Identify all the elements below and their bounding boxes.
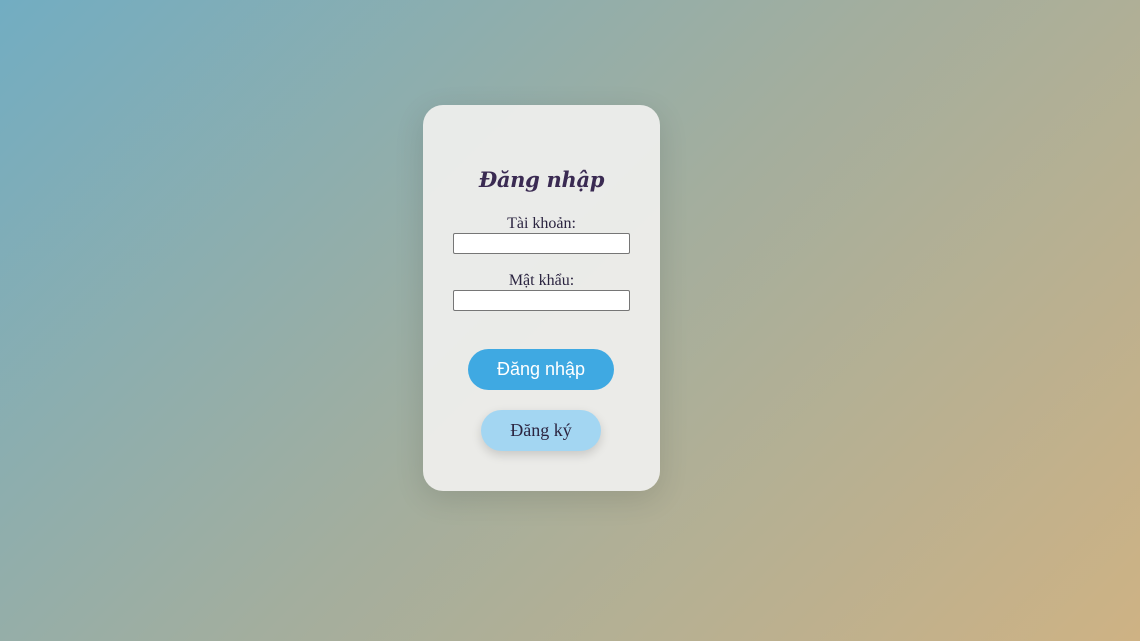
login-title: Đăng nhập (478, 167, 605, 192)
password-input[interactable] (453, 290, 630, 311)
login-button[interactable]: Đăng nhập (468, 349, 614, 390)
register-button[interactable]: Đăng ký (481, 410, 601, 451)
username-label: Tài khoản: (507, 215, 576, 232)
password-label: Mật khẩu: (508, 272, 575, 289)
username-input[interactable] (453, 233, 630, 254)
login-card: Đăng nhập Tài khoản: Mật khẩu: Đăng nhập… (423, 105, 660, 491)
